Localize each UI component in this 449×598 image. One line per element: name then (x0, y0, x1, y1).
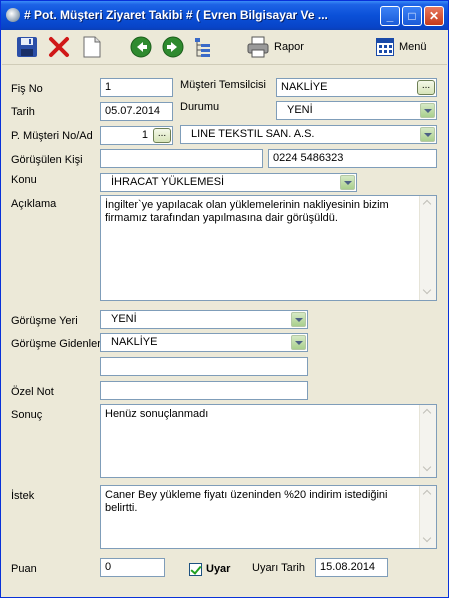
sonuc-textarea[interactable]: Henüz sonuçlanmadı (100, 404, 437, 478)
scroll-down-icon[interactable] (421, 285, 435, 299)
chevron-down-icon[interactable] (291, 312, 306, 327)
sonuc-text: Henüz sonuçlanmadı (105, 408, 209, 420)
toolbar: Rapor Menü (2, 30, 447, 65)
scroll-up-icon[interactable] (421, 406, 435, 420)
gorusme-yeri-select[interactable]: YENİ (100, 310, 308, 329)
uyari-tarih-field[interactable]: 15.08.2014 (315, 558, 388, 577)
menu-button[interactable]: Menü (376, 35, 427, 59)
durumu-select[interactable]: YENİ (276, 101, 437, 120)
window: # Pot. Müşteri Ziyaret Takibi # ( Evren … (0, 0, 449, 598)
menu-grid-icon (376, 38, 394, 56)
musteri-temsilcisi-field[interactable]: NAKLİYE (276, 78, 437, 97)
report-button[interactable]: Rapor (247, 35, 304, 59)
app-icon[interactable] (6, 8, 20, 22)
close-window-button[interactable]: ✕ (424, 6, 444, 26)
pot-musteri-name-value: LINE TEKSTIL SAN. A.S. (191, 128, 315, 140)
chevron-down-icon[interactable] (420, 103, 435, 118)
durumu-value: YENİ (287, 104, 313, 116)
maximize-button[interactable]: □ (402, 6, 422, 26)
puan-label: Puan (11, 563, 37, 575)
window-title: # Pot. Müşteri Ziyaret Takibi # ( Evren … (24, 8, 328, 22)
scroll-down-icon[interactable] (421, 533, 435, 547)
new-document-icon (83, 36, 101, 58)
scroll-down-icon[interactable] (421, 462, 435, 476)
aciklama-label: Açıklama (11, 198, 57, 210)
arrow-right-icon (162, 36, 184, 58)
printer-icon (247, 36, 269, 58)
istek-text: Caner Bey yükleme fiyatı üzeninden %20 i… (105, 489, 388, 514)
gorusme-gidenler-extra-field[interactable] (100, 357, 308, 376)
new-document-button[interactable] (82, 35, 102, 59)
ozel-not-label: Özel Not (11, 386, 54, 398)
aciklama-text: İngilter`ye yapılacak olan yüklemelerini… (105, 199, 389, 224)
gorusulen-kisi-field[interactable] (100, 149, 263, 168)
pot-musteri-name-select[interactable]: LINE TEKSTIL SAN. A.S. (180, 125, 437, 144)
save-icon (17, 37, 37, 57)
gorusulen-kisi-phone-field[interactable]: 0224 5486323 (268, 149, 437, 168)
aciklama-scrollbar[interactable] (419, 196, 436, 300)
konu-select[interactable]: İHRACAT YÜKLEMESİ (100, 173, 357, 192)
uyar-checkbox[interactable] (189, 563, 202, 576)
gorusme-gidenler-select[interactable]: NAKLİYE (100, 333, 308, 352)
save-button[interactable] (16, 35, 38, 59)
fis-no-field[interactable]: 1 (100, 78, 173, 97)
musteri-temsilcisi-lookup-button[interactable]: ... (417, 80, 435, 95)
musteri-temsilcisi-label: Müşteri Temsilcisi (180, 79, 266, 91)
title-bar[interactable]: # Pot. Müşteri Ziyaret Takibi # ( Evren … (1, 1, 448, 30)
fis-no-label: Fiş No (11, 83, 43, 95)
sonuc-scrollbar[interactable] (419, 405, 436, 477)
gorusulen-kisi-label: Görüşülen Kişi (11, 154, 83, 166)
minimize-button[interactable]: _ (380, 6, 400, 26)
scroll-up-icon[interactable] (421, 487, 435, 501)
sonuc-label: Sonuç (11, 409, 43, 421)
report-label: Rapor (274, 41, 304, 53)
menu-label: Menü (399, 41, 427, 53)
konu-value: İHRACAT YÜKLEMESİ (111, 176, 225, 188)
ozel-not-field[interactable] (100, 381, 308, 400)
scroll-up-icon[interactable] (421, 197, 435, 211)
arrow-left-icon (130, 36, 152, 58)
durumu-label: Durumu (180, 101, 220, 113)
tarih-field[interactable]: 05.07.2014 (100, 102, 173, 121)
gorusme-yeri-value: YENİ (111, 313, 137, 325)
istek-textarea[interactable]: Caner Bey yükleme fiyatı üzeninden %20 i… (100, 485, 437, 549)
chevron-down-icon[interactable] (340, 175, 355, 190)
gorusme-yeri-label: Görüşme Yeri (11, 315, 78, 327)
delete-icon (49, 37, 69, 57)
tree-list-icon (195, 38, 210, 57)
chevron-down-icon[interactable] (291, 335, 306, 350)
istek-scrollbar[interactable] (419, 486, 436, 548)
chevron-down-icon[interactable] (420, 127, 435, 142)
list-view-button[interactable] (194, 35, 212, 59)
uyari-tarih-label: Uyarı Tarih (252, 562, 305, 574)
aciklama-textarea[interactable]: İngilter`ye yapılacak olan yüklemelerini… (100, 195, 437, 301)
gorusme-gidenler-label: Görüşme Gidenler (11, 338, 101, 350)
istek-label: İstek (11, 490, 35, 502)
pot-musteri-label: P. Müşteri No/Ad (11, 130, 93, 142)
konu-label: Konu (11, 174, 37, 186)
tarih-label: Tarih (11, 106, 35, 118)
next-record-button[interactable] (162, 35, 184, 59)
gorusme-gidenler-value: NAKLİYE (111, 336, 158, 348)
delete-button[interactable] (48, 35, 70, 59)
uyar-label[interactable]: Uyar (206, 563, 230, 575)
previous-record-button[interactable] (130, 35, 152, 59)
pot-musteri-lookup-button[interactable]: ... (153, 128, 171, 143)
puan-field[interactable]: 0 (100, 558, 165, 577)
